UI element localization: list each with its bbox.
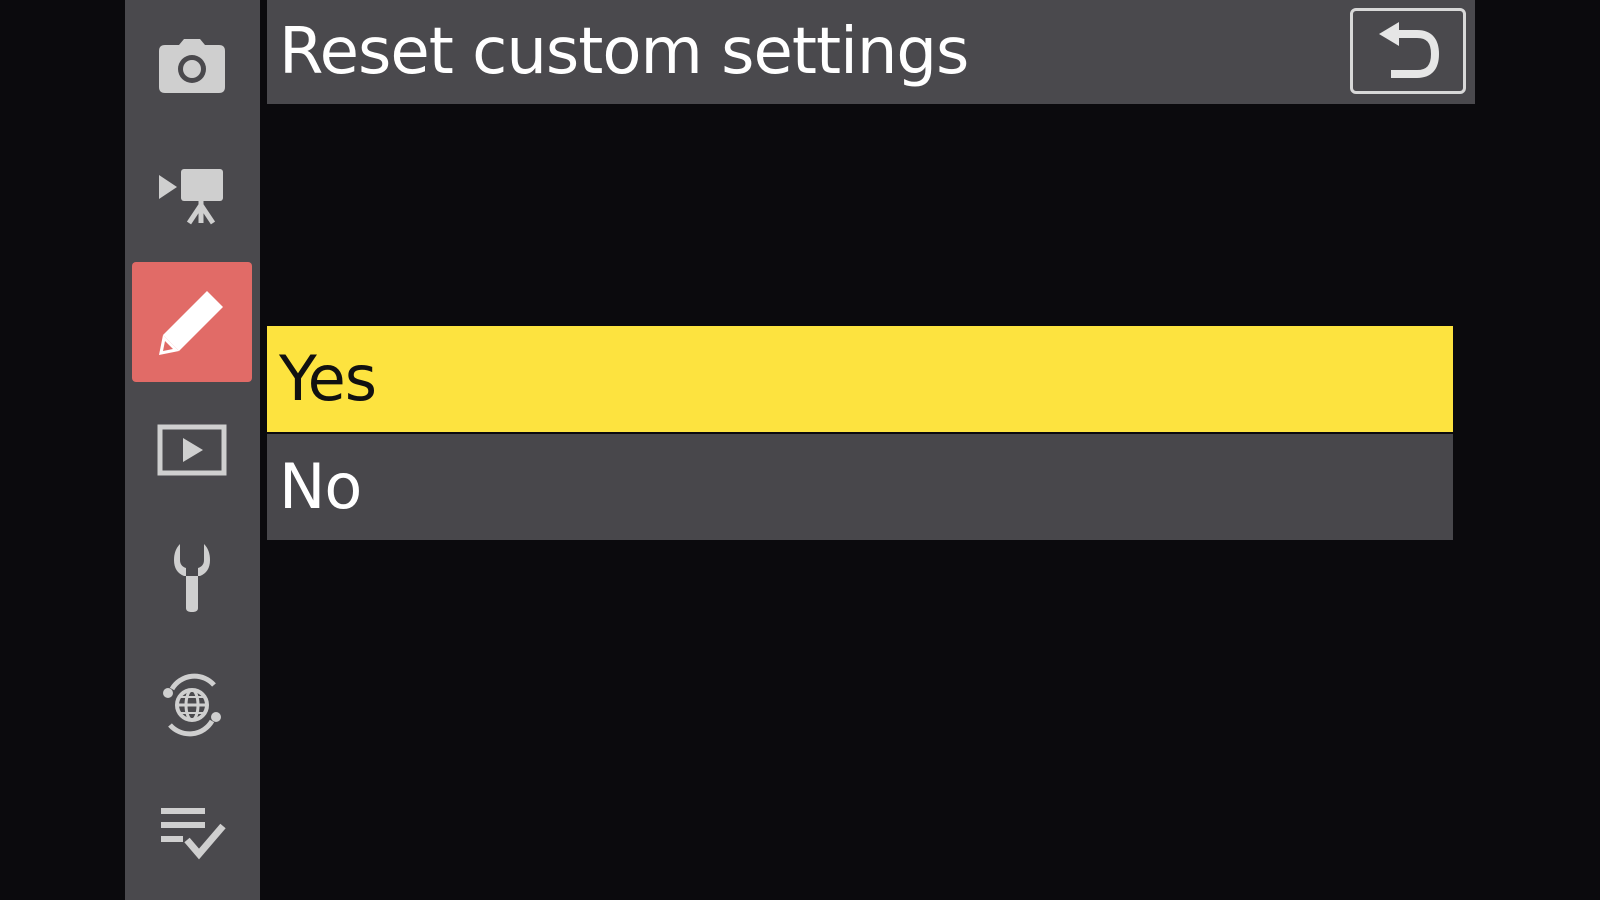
menu-tab-strip	[125, 0, 260, 900]
my-menu-icon	[161, 808, 226, 860]
tab-my-menu[interactable]	[132, 772, 252, 892]
return-arrow-icon	[1379, 22, 1440, 78]
tab-network-menu[interactable]	[132, 645, 252, 765]
camera-icon	[159, 39, 225, 93]
option-no[interactable]: No	[267, 434, 1453, 540]
tab-movie-recording-menu[interactable]	[132, 135, 252, 255]
tab-photo-shooting-menu[interactable]	[132, 7, 252, 127]
tab-playback-menu[interactable]	[132, 390, 252, 510]
pencil-icon	[159, 291, 223, 355]
page-title: Reset custom settings	[279, 15, 969, 89]
back-button[interactable]	[1350, 8, 1466, 94]
playback-icon	[157, 424, 227, 476]
tab-custom-settings-menu[interactable]	[132, 262, 252, 382]
option-yes[interactable]: Yes	[267, 326, 1453, 432]
menu-title-bar: Reset custom settings	[267, 0, 1475, 104]
option-label: No	[279, 450, 362, 523]
camera-menu-screen: Reset custom settings Yes No	[0, 0, 1600, 900]
option-label: Yes	[279, 342, 377, 415]
movie-camera-icon	[159, 169, 223, 225]
wrench-icon	[174, 544, 210, 612]
tab-setup-menu[interactable]	[132, 517, 252, 637]
network-globe-icon	[163, 673, 221, 737]
